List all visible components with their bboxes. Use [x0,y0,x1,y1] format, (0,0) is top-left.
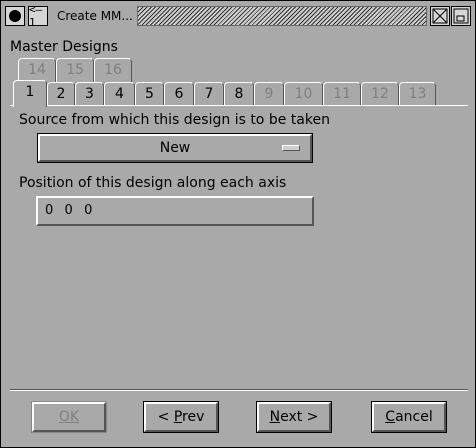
minimize-icon [453,8,469,24]
tab-14: 14 [18,58,56,82]
window-title: Create MM... [57,9,133,23]
cancel-rest: ancel [395,409,433,425]
tab-2[interactable]: 2 [47,82,75,106]
tab-1[interactable]: 1 [13,80,47,107]
tab-9: 9 [254,82,284,106]
next-rest: ext > [280,409,319,425]
tab-panel-border [10,105,468,107]
prev-button[interactable]: < Prev [143,401,219,433]
prev-rest: rev [182,409,205,425]
master-designs-label: Master Designs [10,39,118,55]
title-bar-drag-area[interactable] [137,6,427,26]
position-label: Position of this design along each axis [19,175,287,191]
tab-15: 15 [56,58,94,82]
position-input[interactable]: 0 0 0 [36,196,314,226]
cancel-button[interactable]: Cancel [371,401,447,433]
tab-8[interactable]: 8 [224,82,254,106]
next-button-label: Next > [257,402,331,432]
prev-prefix: < [157,409,174,425]
window-menu-icon: <–1 [29,3,43,29]
tab-5[interactable]: 5 [135,82,164,106]
maximize-icon [432,8,448,24]
cancel-button-label: Cancel [372,402,446,432]
create-mm-dialog: <–1 Create MM... Master Designs 14 15 16… [0,0,476,448]
tab-6[interactable]: 6 [164,82,194,106]
ok-button[interactable]: OK [31,401,107,433]
minimize-button[interactable] [451,6,471,26]
prev-mnemonic: P [173,409,183,425]
source-dropdown-face[interactable]: New [38,134,312,162]
source-label: Source from which this design is to be t… [19,112,330,128]
next-button[interactable]: Next > [256,401,332,433]
tab-7[interactable]: 7 [194,82,224,106]
tab-4[interactable]: 4 [104,82,135,106]
tab-11: 11 [323,82,361,106]
window-menu-button[interactable]: <–1 [28,3,48,29]
option-menu-indicator-icon [282,145,300,151]
source-dropdown[interactable]: New [37,133,313,163]
tab-16: 16 [94,58,132,82]
button-separator [10,389,468,391]
tab-10: 10 [284,82,323,106]
tab-12: 12 [361,82,399,106]
close-dot-icon [9,10,21,22]
prev-button-label: < Prev [144,402,218,432]
tab-3[interactable]: 3 [75,82,104,106]
next-mnemonic: N [269,409,281,425]
tab-13: 13 [399,82,436,106]
title-bar[interactable]: <–1 Create MM... [2,2,474,30]
source-dropdown-value: New [159,140,191,156]
close-window-button[interactable] [5,6,25,26]
ok-button-label: OK [32,402,106,432]
cancel-mnemonic: C [385,409,396,425]
maximize-button[interactable] [430,6,450,26]
